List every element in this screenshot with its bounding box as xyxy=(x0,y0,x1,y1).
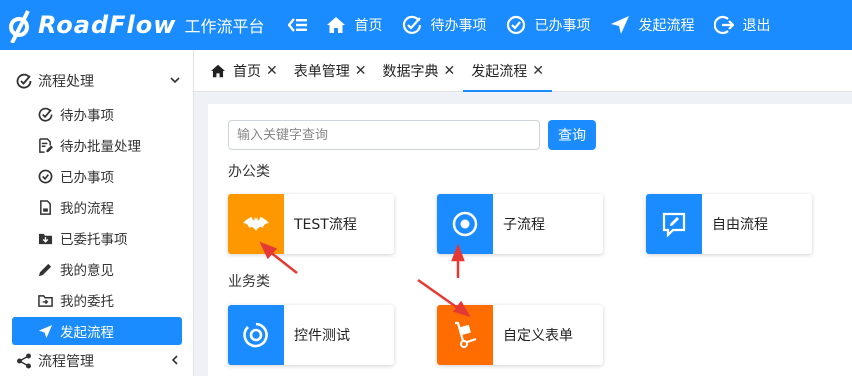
annotation-arrow-custom-form xyxy=(417,278,463,313)
annotation-arrows xyxy=(259,241,471,318)
